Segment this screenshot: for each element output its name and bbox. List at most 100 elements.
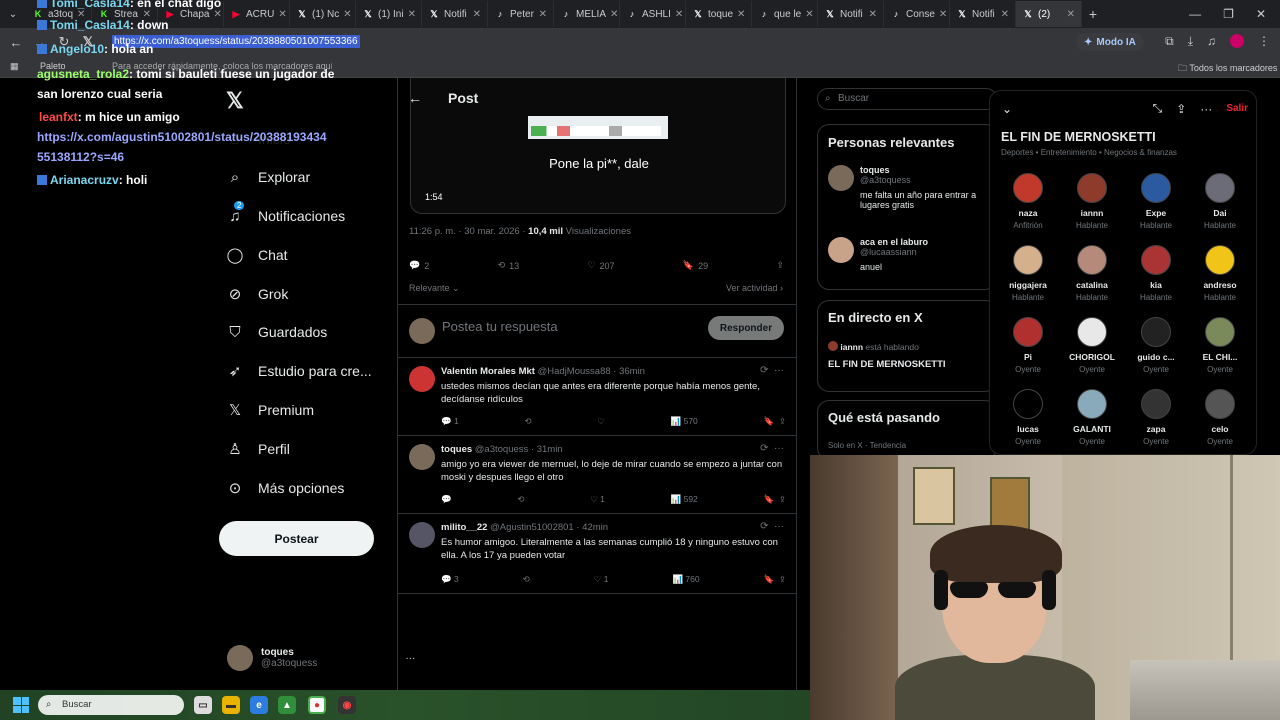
space-participant[interactable]: guido c... Oyente [1124,317,1188,374]
reply-action[interactable]: 💬 2 [409,260,429,271]
share-space-icon[interactable]: ⇪ [1176,102,1186,116]
new-tab-button[interactable]: + [1082,6,1104,22]
views-action[interactable]: 📊 570 [671,416,698,427]
reply-avatar[interactable] [409,522,435,548]
post-date[interactable]: 11:26 p. m. · 30 mar. 2026 · [409,226,526,237]
space-participant[interactable]: CHORIGOL Oyente [1060,317,1124,374]
nav-item-notificaciones[interactable]: ♫ 2 Notificaciones [226,201,345,225]
space-participant[interactable]: Pi Oyente [996,317,1060,374]
relevant-person[interactable]: toques @a3toquess me falta un año para e… [828,165,996,210]
browser-tab[interactable]: 𝕏 Notifi ✕ [422,1,488,27]
close-tab-icon[interactable]: ✕ [343,9,351,20]
close-window-icon[interactable]: ✕ [1256,7,1266,21]
browser-tab[interactable]: 𝕏 Notifi ✕ [950,1,1016,27]
space-participant[interactable]: lucas Oyente [996,389,1060,446]
repost-action[interactable]: ⟲ 13 [498,260,520,271]
space-participant[interactable]: Dai Hablante [1188,173,1252,230]
close-tab-icon[interactable]: ✕ [869,9,877,20]
minimize-icon[interactable]: — [1189,7,1201,21]
reply-more-icon[interactable]: ⟳ ··· [760,365,784,376]
close-tab-icon[interactable]: ✕ [1067,9,1075,20]
like-action[interactable]: ♡ 207 [587,260,614,271]
reply-action[interactable]: 💬 3 [441,574,459,585]
close-tab-icon[interactable]: ✕ [737,9,745,20]
bookmark-share[interactable]: 🔖 ⇪ [764,574,786,585]
space-participant[interactable]: zapa Oyente [1124,389,1188,446]
close-tab-icon[interactable]: ✕ [213,9,221,20]
menu-icon[interactable]: ⋮ [1258,34,1270,49]
live-space-link[interactable]: EL FIN DE MERNOSKETTI [828,359,946,370]
browser-tab[interactable]: ♪ ASHLI ✕ [620,1,686,27]
reply-button[interactable]: Responder [708,316,784,340]
view-activity[interactable]: Ver actividad › [726,283,783,293]
leave-space-button[interactable]: Salir [1226,103,1248,114]
reply-avatar[interactable] [409,444,435,470]
close-tab-icon[interactable]: ✕ [805,9,813,20]
browser-tab[interactable]: 𝕏 (1) Nc ✕ [290,1,356,27]
reply-time[interactable]: 42min [582,522,608,533]
share-icon[interactable]: ⇪ [776,260,784,271]
bookmark-share[interactable]: 🔖 ⇪ [764,494,786,505]
reply-action[interactable]: 💬 [441,494,452,505]
search-input[interactable]: ⌕ Buscar [817,88,997,110]
close-tab-icon[interactable]: ✕ [408,9,416,20]
back-icon[interactable]: ← [4,35,28,50]
maximize-icon[interactable]: ❐ [1223,7,1234,21]
reply-time[interactable]: 31min [537,444,563,455]
nav-item-más-opciones[interactable]: ⊙ Más opciones [226,479,345,497]
back-arrow-icon[interactable]: ← [408,90,422,106]
ai-mode-button[interactable]: ✦ Modo IA [1076,33,1144,51]
repost-action[interactable]: ⟲ [524,416,531,427]
windows-start-icon[interactable] [13,697,29,713]
minimize-space-icon[interactable]: ⤡ [1153,101,1163,116]
extensions-icon[interactable]: ⧉ [1165,34,1174,49]
reply-input[interactable]: Postea tu respuesta [442,319,558,334]
like-action[interactable]: ♡ [597,416,605,427]
space-participant[interactable]: Expe Hablante [1124,173,1188,230]
browser-tab[interactable]: 𝕏 toque ✕ [686,1,752,27]
collapse-icon[interactable]: ⌄ [1002,102,1012,116]
repost-action[interactable]: ⟲ [523,574,530,585]
reply-author[interactable]: milito__22 [441,522,487,533]
nav-item-chat[interactable]: ◯ Chat [226,246,288,264]
reply-time[interactable]: 36min [619,366,645,377]
sort-relevant[interactable]: Relevante ⌄ [409,283,460,294]
close-tab-icon[interactable]: ✕ [675,9,683,20]
reply-more-icon[interactable]: ⟳ ··· [760,443,784,454]
tab-list-button[interactable]: ⌄ [0,9,26,20]
nav-item-perfil[interactable]: ♙ Perfil [226,440,290,458]
space-participant[interactable]: iannn Hablante [1060,173,1124,230]
close-tab-icon[interactable]: ✕ [473,9,481,20]
close-tab-icon[interactable]: ✕ [610,9,618,20]
nav-item-guardados[interactable]: ⛉ Guardados [226,323,327,341]
x-logo-icon[interactable]: 𝕏 [226,88,244,114]
space-participant[interactable]: andreso Hablante [1188,245,1252,302]
browser-tab[interactable]: 𝕏 (1) Ini ✕ [356,1,422,27]
space-participant[interactable]: naza Anfitrión [996,173,1060,230]
close-tab-icon[interactable]: ✕ [278,9,286,20]
nav-item-explorar[interactable]: ⌕ Explorar [226,168,310,186]
all-bookmarks[interactable]: 🗀 Todos los marcadores [1178,61,1277,77]
browser-tab[interactable]: ♪ que le ✕ [752,1,818,27]
close-tab-icon[interactable]: ✕ [1001,9,1009,20]
relevant-person[interactable]: aca en el laburo @lucaassiann anuel [828,237,928,272]
browser-tab[interactable]: ▶ ACRU ✕ [224,1,290,27]
reply-post[interactable]: milito__22 @Agustin51002801 · 42min ⟳ ··… [398,514,796,594]
taskbar-search[interactable]: ⌕ Buscar [38,695,184,715]
browser-tab[interactable]: 𝕏 Notifi ✕ [818,1,884,27]
file-explorer-icon[interactable]: ▬ [222,696,240,714]
reply-author[interactable]: toques [441,444,472,455]
browser-tab[interactable]: ♪ Conse ✕ [884,1,950,27]
nav-item-premium[interactable]: 𝕏 Premium [226,401,314,419]
close-tab-icon[interactable]: ✕ [539,9,547,20]
browser-tab[interactable]: 𝕏 (2) ✕ [1016,1,1082,27]
account-switcher[interactable]: toques @a3toquess ··· [227,645,415,671]
app-icon[interactable]: ▲ [278,696,296,714]
apps-icon[interactable]: ▦ [10,61,19,72]
post-button[interactable]: Postear [219,521,374,556]
bookmark-action[interactable]: 🔖 29 [683,260,708,271]
task-view-icon[interactable]: ▭ [194,696,212,714]
repost-action[interactable]: ⟲ [517,494,524,505]
space-participant[interactable]: celo Oyente [1188,389,1252,446]
obs-icon[interactable]: ◉ [338,696,356,714]
